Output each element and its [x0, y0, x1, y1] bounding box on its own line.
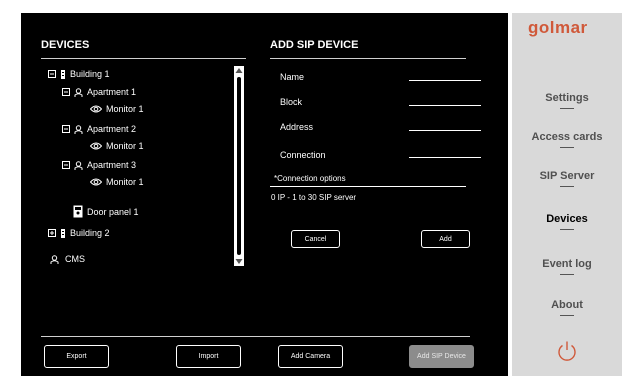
tree-item-building-1[interactable]: Building 1: [48, 69, 110, 79]
sidebar: Settings Access cards SIP Server Devices…: [512, 13, 622, 376]
collapse-icon[interactable]: [62, 161, 70, 169]
eye-icon: [90, 105, 102, 113]
power-icon[interactable]: [556, 340, 578, 367]
door-panel-icon: [73, 205, 83, 218]
tree-item-label: Apartment 1: [87, 87, 137, 97]
settings-underline: [560, 108, 574, 109]
sidebar-item-label: Devices: [546, 213, 588, 225]
tree-item-door-panel[interactable]: Door panel 1: [73, 205, 139, 218]
devices-underline: [560, 229, 574, 230]
sidebar-item-label: Access cards: [531, 131, 603, 143]
sidebar-item-devices[interactable]: Devices: [512, 213, 622, 225]
connection-options-divider: [270, 186, 466, 187]
tree-item-building-2[interactable]: Building 2: [48, 228, 110, 238]
address-label: Address: [280, 122, 314, 132]
block-label: Block: [280, 97, 303, 107]
about-underline: [560, 315, 574, 316]
add-button[interactable]: Add: [421, 230, 470, 248]
tree-item-label: Monitor 1: [106, 104, 144, 114]
bottom-divider: [41, 336, 470, 337]
building-icon: [60, 228, 66, 238]
add-sip-divider: [270, 58, 466, 59]
person-icon: [74, 124, 83, 134]
sidebar-item-about[interactable]: About: [512, 299, 622, 311]
sidebar-item-label: Event log: [542, 258, 592, 270]
tree-item-monitor[interactable]: Monitor 1: [90, 104, 144, 114]
tree-item-label: Apartment 2: [87, 124, 137, 134]
sip-server-underline: [560, 186, 574, 187]
devices-title: DEVICES: [41, 39, 90, 51]
collapse-icon[interactable]: [62, 125, 70, 133]
tree-item-monitor[interactable]: Monitor 1: [90, 177, 144, 187]
tree-item-label: Monitor 1: [106, 141, 144, 151]
person-icon: [74, 160, 83, 170]
connection-label: Connection: [280, 150, 326, 160]
add-sip-device-button[interactable]: Add SIP Device: [409, 345, 474, 368]
export-button[interactable]: Export: [44, 345, 109, 368]
tree-item-apartment-1[interactable]: Apartment 1: [62, 87, 136, 97]
sidebar-item-sip-server[interactable]: SIP Server: [512, 170, 622, 182]
collapse-icon[interactable]: [62, 88, 70, 96]
collapse-icon[interactable]: [48, 70, 56, 78]
sidebar-item-access-cards[interactable]: Access cards: [512, 131, 622, 143]
tree-item-label: Building 2: [70, 228, 110, 238]
devices-divider: [41, 58, 246, 59]
tree-item-apartment-3[interactable]: Apartment 3: [62, 160, 136, 170]
connection-options-label: *Connection options: [274, 174, 346, 183]
main-panel: [21, 13, 508, 376]
tree-item-monitor[interactable]: Monitor 1: [90, 141, 144, 151]
sidebar-item-settings[interactable]: Settings: [512, 92, 622, 104]
golmar-logo: golmar: [528, 18, 588, 38]
tree-scrollbar[interactable]: [234, 66, 244, 266]
event-log-underline: [560, 274, 574, 275]
address-field[interactable]: [409, 130, 481, 131]
cancel-button[interactable]: Cancel: [291, 230, 340, 248]
import-button[interactable]: Import: [176, 345, 241, 368]
tree-item-label: Monitor 1: [106, 177, 144, 187]
sidebar-item-label: Settings: [545, 92, 589, 104]
sidebar-item-event-log[interactable]: Event log: [512, 258, 622, 270]
eye-icon: [90, 178, 102, 186]
tree-item-label: Building 1: [70, 69, 110, 79]
block-field[interactable]: [409, 105, 481, 106]
expand-icon[interactable]: [48, 229, 56, 237]
person-icon: [50, 254, 59, 264]
add-camera-button[interactable]: Add Camera: [278, 345, 343, 368]
connection-options-text: 0 IP - 1 to 30 SIP server: [271, 193, 357, 202]
logo-text: golmar: [528, 18, 588, 37]
building-icon: [60, 69, 66, 79]
sidebar-item-label: About: [551, 299, 583, 311]
tree-item-label: CMS: [65, 254, 85, 264]
tree-item-label: Door panel 1: [87, 206, 139, 217]
connection-field[interactable]: [409, 157, 481, 158]
sidebar-item-label: SIP Server: [539, 170, 595, 182]
access-cards-underline: [560, 147, 574, 148]
name-field[interactable]: [409, 80, 481, 81]
tree-item-cms[interactable]: CMS: [50, 254, 85, 264]
tree-item-label: Apartment 3: [87, 160, 137, 170]
tree-item-apartment-2[interactable]: Apartment 2: [62, 124, 136, 134]
eye-icon: [90, 142, 102, 150]
name-label: Name: [280, 72, 305, 82]
add-sip-title: ADD SIP DEVICE: [270, 39, 359, 51]
person-icon: [74, 87, 83, 97]
